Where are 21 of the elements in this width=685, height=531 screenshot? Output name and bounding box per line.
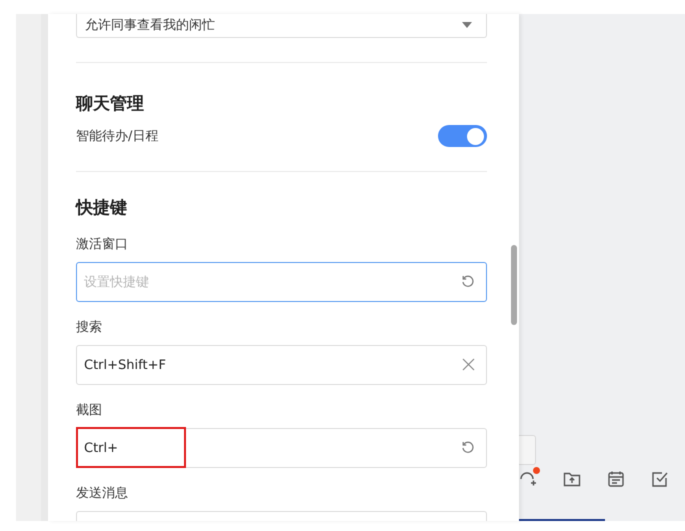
folder-upload-icon[interactable] xyxy=(563,470,581,488)
shortcut-label: 搜索 xyxy=(76,319,103,336)
add-person-icon[interactable] xyxy=(519,470,537,488)
scrollbar-thumb[interactable] xyxy=(511,245,517,325)
section-heading: 快捷键 xyxy=(76,197,128,220)
shortcut-field[interactable]: Ctrl+Shift+F xyxy=(76,345,487,386)
section-heading: 聊天管理 xyxy=(76,93,145,116)
clear-icon[interactable] xyxy=(462,358,475,372)
setting-label: 智能待办/日程 xyxy=(76,128,158,146)
calendar-icon[interactable] xyxy=(607,470,625,488)
availability-select[interactable]: 允许同事查看我的闲忙 xyxy=(76,14,487,38)
shortcut-label: 发送消息 xyxy=(76,485,129,502)
shortcut-field[interactable]: Ctrl+ xyxy=(76,428,487,468)
shortcut-label: 截图 xyxy=(76,402,103,420)
reset-icon[interactable] xyxy=(461,441,475,456)
dropdown-caret-icon xyxy=(462,22,472,28)
toggle-switch[interactable] xyxy=(438,125,487,148)
shortcut-field[interactable]: 设置快捷键 xyxy=(76,262,487,302)
reset-icon[interactable] xyxy=(461,275,475,290)
checkbox-icon[interactable] xyxy=(651,470,669,488)
shortcut-label: 激活窗口 xyxy=(76,236,129,254)
